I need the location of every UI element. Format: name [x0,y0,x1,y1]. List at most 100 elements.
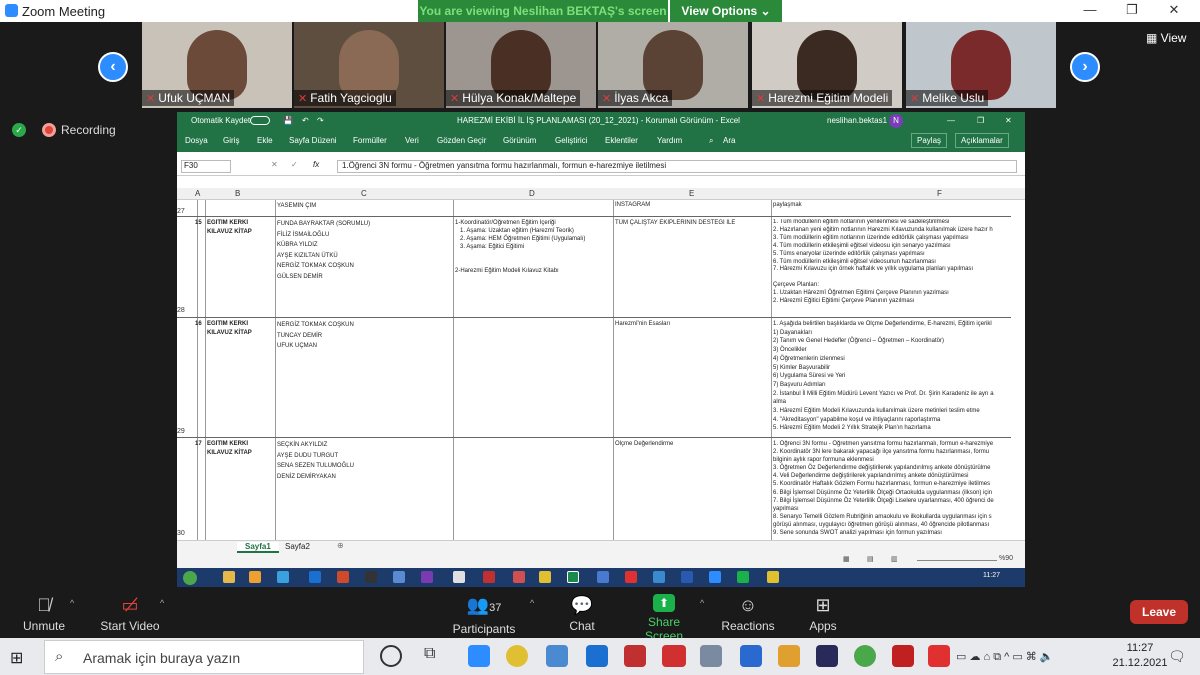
pdf-taskbar-icon[interactable] [662,645,686,667]
page-break-icon[interactable]: ▥ [891,555,898,563]
minimize-icon[interactable]: — [947,116,955,125]
function-icon[interactable]: fx [313,160,319,169]
zoom-taskbar-icon[interactable] [468,645,490,667]
view-button[interactable]: ▦ View [1146,31,1186,45]
participants-button[interactable]: 👥37 Participants [448,594,520,636]
zoom-slider[interactable] [917,560,997,561]
app-taskbar-icon[interactable] [928,645,950,667]
redo-icon[interactable]: ↷ [317,116,324,125]
cell[interactable]: 17 [195,440,202,449]
user-avatar[interactable]: N [889,114,903,128]
cell[interactable]: 1. Öğrenci 3N formu - Öğretmen yansıtma … [773,440,1009,537]
menu-item[interactable]: Geliştirici [555,136,587,145]
participant-tile[interactable]: ✕ Fatih Yagcioglu [294,22,444,108]
cell[interactable]: NERGİZ TOKMAK COŞKUN TUNCAY DEMİR UFUK U… [277,320,354,352]
chevron-up-icon[interactable]: ^ [530,598,534,608]
app-icon[interactable] [277,571,289,583]
cell[interactable]: 1. Tüm modüllerin eğitim notlarının yeni… [773,219,1009,306]
formula-input[interactable]: 1.Öğrenci 3N formu - Öğretmen yansıtma f… [337,160,1017,173]
chrome-taskbar-icon[interactable] [854,645,876,667]
normal-view-icon[interactable]: ▦ [843,555,850,563]
chevron-up-icon[interactable]: ^ [70,598,74,608]
menu-item[interactable]: Görünüm [503,136,536,145]
zoom-icon[interactable] [709,571,721,583]
cell[interactable]: EĞİTİM KERKİ KILAVUZ KİTAP [207,320,252,337]
participant-tile[interactable]: ✕ Melike Uslu [906,22,1056,108]
cell[interactable]: 16 [195,320,202,329]
app-icon[interactable] [393,571,405,583]
mail-icon[interactable] [546,645,568,667]
powerpoint-icon[interactable] [337,571,349,583]
restore-icon[interactable]: ❐ [977,116,984,125]
menu-item[interactable]: Eklentiler [605,136,638,145]
windows-start-icon[interactable]: ⊞ [10,648,28,667]
page-layout-icon[interactable]: ▤ [867,555,874,563]
menu-item[interactable]: Sayfa Düzeni [289,136,337,145]
sheet-tab-sayfa2[interactable]: Sayfa2 [285,542,310,551]
taskbar-search[interactable]: ⌕ Aramak için buraya yazın [44,640,364,674]
cell[interactable]: Ölçme Değerlendirme [615,440,673,449]
pdf-icon[interactable] [483,571,495,583]
next-page-button[interactable]: › [1070,52,1100,82]
menu-item[interactable]: Dosya [185,136,208,145]
chrome-icon[interactable] [539,571,551,583]
column-header[interactable]: D [529,189,535,198]
maximize-icon[interactable]: ❐ [1118,2,1146,20]
column-header[interactable]: F [937,189,942,198]
close-icon[interactable]: ✕ [1005,116,1012,125]
photoshop-icon[interactable] [816,645,838,667]
column-header[interactable]: A [195,189,200,198]
cancel-icon[interactable]: ✕ [271,160,278,169]
cell[interactable]: YASEMİN ÇİM [277,202,316,211]
minimize-icon[interactable]: — [1076,2,1104,20]
menu-item[interactable]: Gözden Geçir [437,136,486,145]
participant-tile[interactable]: ✕ Ufuk UÇMAN [142,22,292,108]
visual-studio-icon[interactable] [740,645,762,667]
column-header[interactable]: E [689,189,694,198]
media-icon[interactable] [249,571,261,583]
app-icon[interactable] [365,571,377,583]
start-video-button[interactable]: ▭̸ Start Video [96,594,164,633]
outlook-taskbar-icon[interactable] [586,645,608,667]
notifications-icon[interactable]: 🗨 [1168,648,1186,665]
undo-icon[interactable]: ↶ [302,116,309,125]
share-screen-button[interactable]: ⬆ Share Screen [628,594,700,643]
cortana-icon[interactable] [380,645,402,667]
cell[interactable]: İNSTAGRAM [615,201,650,210]
add-sheet-icon[interactable]: ⊕ [337,541,344,550]
start-icon[interactable] [183,571,197,585]
menu-item[interactable]: Veri [405,136,419,145]
menu-item[interactable]: Ara [723,136,735,145]
participant-tile[interactable]: ✕ Hülya Konak/Maltepe [446,22,596,108]
view-options-button[interactable]: View Options ⌄ [670,0,782,22]
app-taskbar-icon[interactable] [624,645,646,667]
word-icon[interactable] [681,571,693,583]
spotify-icon[interactable] [737,571,749,583]
app-icon[interactable] [653,571,665,583]
menu-item[interactable]: Formüller [353,136,387,145]
recording-label[interactable]: Recording [61,123,116,137]
participant-tile[interactable]: ✕ İlyas Akca [598,22,748,108]
opera-icon[interactable] [625,571,637,583]
share-button[interactable]: Paylaş [911,133,948,148]
onenote-icon[interactable] [421,571,433,583]
save-icon[interactable]: 💾 [283,116,293,125]
search-icon[interactable]: ⌕ [709,136,713,146]
cell[interactable]: SEÇKİN AKYILDIZ AYŞE DUDU TURGUT SENA SE… [277,440,354,482]
leave-button[interactable]: Leave [1130,600,1188,624]
chrome-taskbar-icon[interactable] [506,645,528,667]
apps-button[interactable]: ⊞ Apps [804,594,842,633]
excel-icon[interactable] [567,571,579,583]
app-taskbar-icon[interactable] [778,645,800,667]
reactions-button[interactable]: ☺ Reactions [720,594,776,633]
app-icon[interactable] [513,571,525,583]
prev-page-button[interactable]: ‹ [98,52,128,82]
chevron-up-icon[interactable]: ^ [160,598,164,608]
comments-button[interactable]: Açıklamalar [955,133,1009,148]
unmute-button[interactable]: 🎙̸ Unmute [18,594,70,633]
cell[interactable]: TÜM ÇALIŞTAY EKİPLERİNİN DESTEĞİ İLE [615,219,735,228]
user-name[interactable]: neslihan.bektas1 [827,116,887,125]
column-header[interactable]: C [361,189,367,198]
participant-tile[interactable]: ✕ Harezmi Eğitim Modeli [752,22,902,108]
chevron-up-icon[interactable]: ^ [700,598,704,608]
